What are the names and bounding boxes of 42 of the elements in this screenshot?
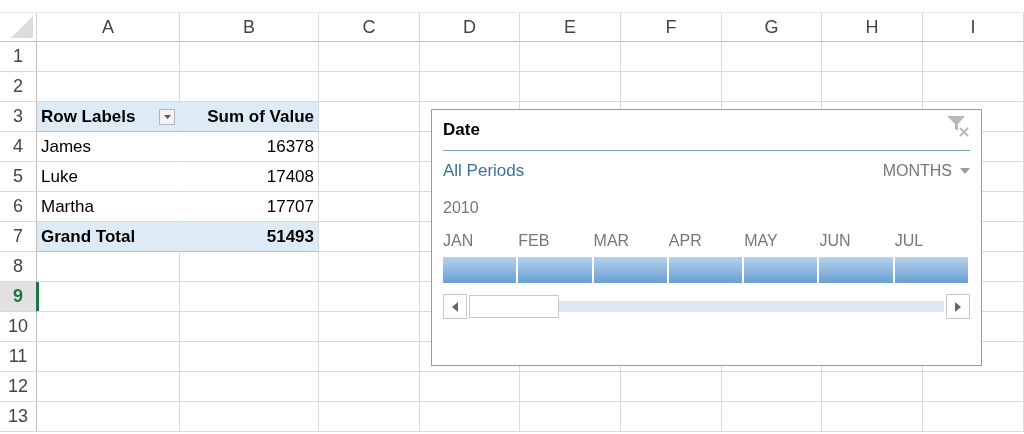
month-label: JAN <box>443 231 475 251</box>
caret-icon <box>163 114 171 119</box>
pivot-cell[interactable]: Sum of Value <box>180 102 319 132</box>
column-header[interactable]: A <box>37 13 180 42</box>
scrollbar-thumb[interactable] <box>469 295 559 318</box>
column-header[interactable]: F <box>621 13 722 42</box>
month-segment[interactable] <box>593 257 667 283</box>
select-all-icon[interactable] <box>11 16 33 38</box>
pivot-header-label: Row Labels <box>41 106 136 127</box>
month-label: APR <box>668 231 703 251</box>
right-arrow-icon <box>955 301 961 312</box>
column-header[interactable]: E <box>520 13 621 42</box>
pivot-cell[interactable]: 51493 <box>180 222 319 252</box>
column-header[interactable]: H <box>822 13 923 42</box>
month-label: FEB <box>518 231 551 251</box>
row-header[interactable]: 9 <box>0 282 37 312</box>
year-label: 2010 <box>443 198 480 218</box>
month-segment[interactable] <box>668 257 743 283</box>
timeline-title: Date <box>443 120 480 140</box>
month-segment[interactable] <box>894 257 968 283</box>
scroll-left-button[interactable] <box>443 294 467 319</box>
selection-label: All Periods <box>443 161 525 181</box>
pivot-header-cell[interactable]: Row Labels <box>37 102 180 132</box>
month-segment[interactable] <box>518 257 592 283</box>
month-segment[interactable] <box>443 257 517 283</box>
pivot-cell[interactable]: Grand Total <box>37 222 180 252</box>
column-header[interactable]: C <box>319 13 420 42</box>
left-arrow-icon <box>452 301 458 312</box>
time-level-dropdown[interactable]: MONTHS <box>882 162 970 180</box>
month-label: JUL <box>894 231 925 251</box>
scroll-right-button[interactable] <box>946 294 970 319</box>
column-header[interactable]: D <box>420 13 520 42</box>
column-header[interactable]: G <box>722 13 822 42</box>
month-segment[interactable] <box>819 257 893 283</box>
column-header[interactable]: I <box>923 13 1024 42</box>
column-header[interactable]: B <box>180 13 319 42</box>
month-segment[interactable] <box>744 257 818 283</box>
month-label: JUN <box>819 231 852 251</box>
month-label: MAY <box>744 231 779 251</box>
caret-icon <box>960 168 970 174</box>
month-label: MAR <box>593 231 631 251</box>
filter-dropdown-button[interactable] <box>159 108 175 125</box>
